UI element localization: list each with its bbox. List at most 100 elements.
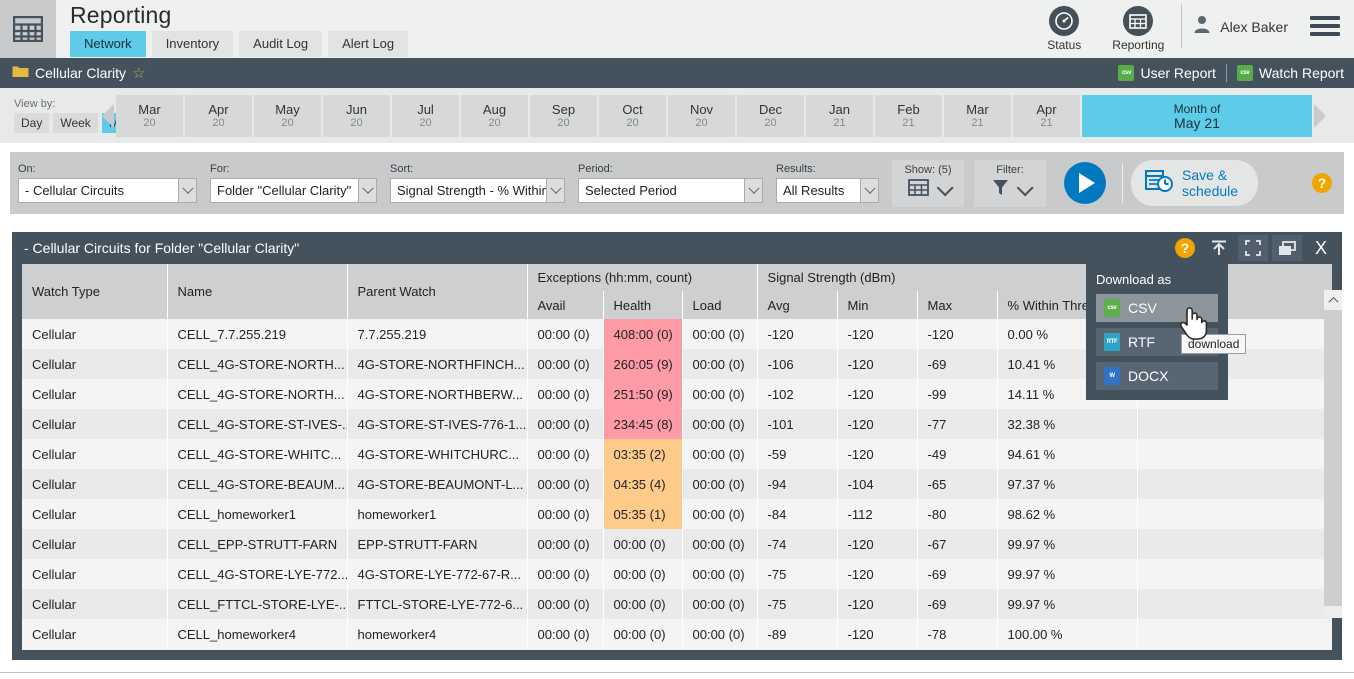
results-select[interactable]: All Results	[776, 178, 860, 203]
month-cell-nov-20[interactable]: Nov 20	[668, 94, 735, 137]
month-year: 20	[281, 116, 294, 129]
help-question-icon[interactable]: ?	[1312, 173, 1332, 193]
chevron-down-icon[interactable]	[546, 178, 565, 203]
chevron-down-icon[interactable]	[860, 178, 879, 203]
month-cell-oct-20[interactable]: Oct 20	[599, 94, 666, 137]
sort-select[interactable]: Signal Strength - % Within	[390, 178, 546, 203]
star-outline-icon[interactable]: ☆	[132, 64, 145, 82]
csv-file-icon: csv	[1104, 299, 1120, 317]
col-avg[interactable]: Avg	[757, 291, 838, 319]
csv-file-icon: csv	[1118, 65, 1135, 81]
on-select[interactable]: - Cellular Circuits	[18, 178, 178, 203]
chevron-down-icon[interactable]	[936, 178, 954, 196]
col-avail[interactable]: Avail	[527, 291, 604, 319]
run-report-button[interactable]	[1064, 162, 1106, 204]
tab-alert-log[interactable]: Alert Log	[328, 31, 409, 57]
cell-avail: 00:00 (0)	[527, 589, 604, 619]
table-row[interactable]: Cellular CELL_4G-STORE-ST-IVES-... 4G-STOR…	[22, 409, 1332, 439]
tab-inventory[interactable]: Inventory	[151, 31, 234, 57]
table-vertical-scrollbar[interactable]	[1324, 290, 1342, 618]
col-load[interactable]: Load	[682, 291, 758, 319]
download-csv-item[interactable]: csv CSV	[1096, 294, 1218, 322]
cell-watch-type: Cellular	[22, 439, 168, 469]
for-select[interactable]: Folder "Cellular Clarity"	[210, 178, 358, 203]
table-row[interactable]: Cellular CELL_homeworker4 homeworker4 00:00…	[22, 619, 1332, 649]
table-row[interactable]: Cellular CELL_FTTCL-STORE-LYE-... FTTCL-ST…	[22, 589, 1332, 619]
breadcrumb-label[interactable]: Cellular Clarity	[35, 65, 126, 81]
user-report-link[interactable]: csv User Report	[1118, 65, 1216, 81]
table-row[interactable]: Cellular CELL_4G-STORE-WHITC... 4G-STORE-W…	[22, 439, 1332, 469]
close-icon[interactable]: X	[1306, 235, 1336, 261]
arrow-left-icon[interactable]	[100, 96, 116, 136]
download-rtf-label: RTF	[1128, 334, 1155, 350]
sort-control: Sort: Signal Strength - % Within	[390, 163, 566, 203]
month-cell-dec-20[interactable]: Dec 20	[737, 94, 804, 137]
cell-min: -120	[837, 379, 918, 409]
month-cell-may-20[interactable]: May 20	[254, 94, 321, 137]
table-row[interactable]: Cellular CELL_4G-STORE-LYE-772... 4G-STORE…	[22, 559, 1332, 589]
col-parent-watch[interactable]: Parent Watch	[347, 264, 528, 319]
chevron-down-icon[interactable]	[358, 178, 377, 203]
month-year: 20	[419, 116, 432, 129]
month-year: 21	[971, 116, 984, 129]
month-cell-mar-21[interactable]: Mar 21	[944, 94, 1011, 137]
export-up-icon[interactable]	[1204, 235, 1234, 261]
save-and-schedule-button[interactable]: Save & schedule	[1131, 160, 1259, 206]
show-columns-control[interactable]: Show: (5)	[892, 159, 964, 207]
table-row[interactable]: Cellular CELL_EPP-STRUTT-FARN EPP-STRUTT-F…	[22, 529, 1332, 559]
tab-audit-log[interactable]: Audit Log	[239, 31, 323, 57]
col-min[interactable]: Min	[837, 291, 918, 319]
scroll-thumb[interactable]	[1324, 310, 1342, 606]
cell-parent-watch: homeworker4	[347, 619, 528, 649]
popout-window-icon[interactable]	[1272, 235, 1302, 261]
month-cell-sep-20[interactable]: Sep 20	[530, 94, 597, 137]
current-period-value: May 21	[1174, 114, 1220, 131]
scroll-up-button[interactable]	[1324, 290, 1342, 310]
filter-control[interactable]: Filter:	[974, 159, 1046, 207]
tab-network[interactable]: Network	[70, 31, 146, 57]
month-cell-aug-20[interactable]: Aug 20	[461, 94, 528, 137]
watch-report-link[interactable]: csv Watch Report	[1236, 65, 1344, 81]
cell-name: CELL_FTTCL-STORE-LYE-...	[167, 589, 348, 619]
view-by-day[interactable]: Day	[14, 113, 50, 133]
chevron-down-icon[interactable]	[178, 178, 197, 203]
user-menu[interactable]: Alex Baker	[1192, 0, 1288, 39]
cell-parent-watch: 4G-STORE-ST-IVES-776-1...	[347, 409, 528, 439]
month-cell-mar-20[interactable]: Mar 20	[116, 94, 183, 137]
cell-avail: 00:00 (0)	[527, 409, 604, 439]
col-max[interactable]: Max	[917, 291, 998, 319]
cell-spacer	[1137, 469, 1332, 499]
download-docx-item[interactable]: W DOCX	[1096, 362, 1218, 390]
cell-within-thresh: 32.38 %	[997, 409, 1138, 439]
download-csv-label: CSV	[1128, 300, 1157, 316]
month-cell-jul-20[interactable]: Jul 20	[392, 94, 459, 137]
breadcrumb-separator	[1225, 64, 1227, 82]
col-watch-type[interactable]: Watch Type	[22, 264, 168, 319]
help-question-icon[interactable]: ?	[1170, 235, 1200, 261]
month-cell-jan-21[interactable]: Jan 21	[806, 94, 873, 137]
hamburger-menu-icon[interactable]	[1310, 0, 1340, 36]
view-by-week[interactable]: Week	[53, 113, 98, 133]
col-health[interactable]: Health	[603, 291, 683, 319]
month-cell-current[interactable]: Month of May 21	[1082, 94, 1312, 137]
cell-name: CELL_homeworker1	[167, 499, 348, 529]
chevron-down-icon[interactable]	[744, 178, 763, 203]
for-control: For: Folder "Cellular Clarity"	[210, 163, 378, 203]
header-status-button[interactable]: Status	[1027, 0, 1101, 52]
chevron-down-icon[interactable]	[1016, 178, 1034, 196]
header-reporting-button[interactable]: Reporting	[1101, 0, 1175, 52]
grid-table-icon[interactable]	[0, 0, 56, 58]
arrow-right-icon[interactable]	[1312, 96, 1328, 136]
panel-title: - Cellular Circuits for Folder "Cellular…	[24, 240, 300, 256]
cell-max: -78	[917, 619, 998, 649]
month-cell-feb-21[interactable]: Feb 21	[875, 94, 942, 137]
fullscreen-icon[interactable]	[1238, 235, 1268, 261]
table-row[interactable]: Cellular CELL_4G-STORE-BEAUM... 4G-STORE-B…	[22, 469, 1332, 499]
month-cell-apr-21[interactable]: Apr 21	[1013, 94, 1080, 137]
period-select[interactable]: Selected Period	[578, 178, 744, 203]
month-cell-jun-20[interactable]: Jun 20	[323, 94, 390, 137]
cell-within-thresh: 100.00 %	[997, 619, 1138, 649]
month-cell-apr-20[interactable]: Apr 20	[185, 94, 252, 137]
col-name[interactable]: Name	[167, 264, 348, 319]
table-row[interactable]: Cellular CELL_homeworker1 homeworker1 00:00…	[22, 499, 1332, 529]
